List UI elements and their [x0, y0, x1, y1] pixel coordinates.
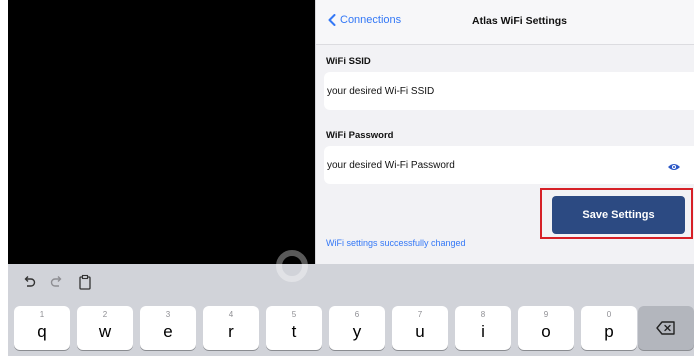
key-y[interactable]: 6y	[329, 306, 385, 350]
onscreen-keyboard: 1q 2w 3e 4r 5t 6y 7u 8i 9o 0p	[8, 264, 694, 356]
save-settings-button[interactable]: Save Settings	[552, 196, 685, 234]
watermark	[276, 250, 308, 282]
key-e[interactable]: 3e	[140, 306, 196, 350]
navigation-bar: Connections Atlas WiFi Settings	[316, 0, 694, 45]
ssid-label: WiFi SSID	[326, 56, 371, 67]
key-u[interactable]: 7u	[392, 306, 448, 350]
left-pane	[8, 0, 315, 264]
keyboard-toolbar	[22, 274, 92, 290]
key-number: 0	[606, 310, 612, 319]
key-number: 4	[228, 310, 234, 319]
eye-icon[interactable]	[667, 159, 681, 177]
settings-panel: Connections Atlas WiFi Settings WiFi SSI…	[315, 0, 694, 264]
backspace-icon	[656, 321, 675, 335]
password-field[interactable]: your desired Wi-Fi Password	[324, 146, 694, 184]
key-number: 7	[417, 310, 423, 319]
password-label: WiFi Password	[326, 130, 394, 141]
save-settings-label: Save Settings	[582, 209, 655, 221]
key-p[interactable]: 0p	[581, 306, 637, 350]
device-screen: Connections Atlas WiFi Settings WiFi SSI…	[8, 0, 694, 356]
password-value: your desired Wi-Fi Password	[327, 159, 455, 171]
page-title: Atlas WiFi Settings	[472, 15, 567, 27]
key-i[interactable]: 8i	[455, 306, 511, 350]
key-o[interactable]: 9o	[518, 306, 574, 350]
key-t[interactable]: 5t	[266, 306, 322, 350]
key-letter: i	[481, 322, 485, 341]
key-number: 9	[543, 310, 549, 319]
key-letter: w	[98, 322, 112, 341]
key-letter: q	[37, 322, 47, 341]
key-letter: o	[541, 322, 551, 341]
key-number: 3	[165, 310, 171, 319]
key-letter: r	[228, 322, 234, 341]
key-q[interactable]: 1q	[14, 306, 70, 350]
key-letter: p	[604, 322, 614, 341]
keyboard-row: 1q 2w 3e 4r 5t 6y 7u 8i 9o 0p	[8, 306, 694, 352]
undo-icon[interactable]	[22, 275, 36, 289]
redo-icon[interactable]	[50, 275, 64, 289]
key-number: 8	[480, 310, 486, 319]
key-r[interactable]: 4r	[203, 306, 259, 350]
key-letter: y	[352, 322, 362, 341]
key-number: 2	[102, 310, 108, 319]
key-letter: e	[163, 322, 173, 341]
key-letter: t	[291, 322, 297, 341]
key-delete[interactable]	[638, 306, 694, 350]
ssid-field[interactable]: your desired Wi-Fi SSID	[324, 72, 694, 110]
status-message: WiFi settings successfully changed	[326, 238, 466, 248]
clipboard-icon[interactable]	[78, 274, 92, 290]
key-number: 6	[354, 310, 360, 319]
ssid-value: your desired Wi-Fi SSID	[327, 85, 435, 97]
key-number: 5	[291, 310, 297, 319]
key-letter: u	[415, 322, 425, 341]
key-number: 1	[39, 310, 45, 319]
key-w[interactable]: 2w	[77, 306, 133, 350]
